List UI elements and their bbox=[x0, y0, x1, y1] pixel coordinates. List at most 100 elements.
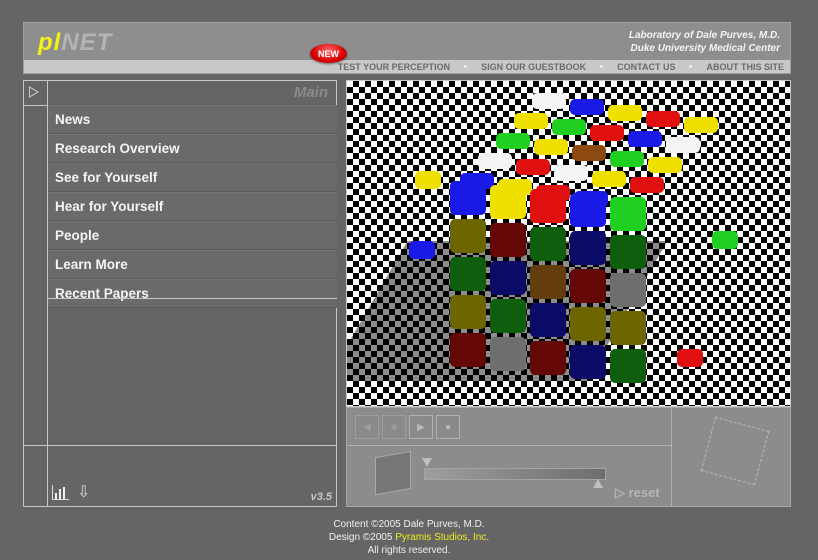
cube-tile bbox=[490, 223, 526, 257]
divider bbox=[347, 445, 671, 446]
cube-tile bbox=[490, 261, 526, 295]
nav-test-your-perception[interactable]: TEST YOUR PERCEPTION bbox=[338, 62, 450, 72]
cube-tile bbox=[610, 273, 646, 307]
cube-tile bbox=[490, 185, 526, 219]
cube-tile bbox=[450, 257, 486, 291]
illusion-viewer[interactable] bbox=[346, 80, 791, 407]
section-title: Main bbox=[293, 84, 328, 101]
sidebar: Main News Research Overview See for Your… bbox=[23, 80, 337, 507]
cube-tile bbox=[610, 235, 646, 269]
cube-icon bbox=[375, 450, 411, 496]
play-button[interactable]: ▶ bbox=[409, 415, 433, 439]
cube-tile bbox=[514, 113, 548, 129]
cube-tile bbox=[478, 153, 512, 169]
reset-label: reset bbox=[628, 485, 660, 500]
divider bbox=[671, 408, 672, 506]
cube-tile bbox=[608, 105, 642, 121]
sidebar-item-news[interactable]: News bbox=[48, 105, 337, 134]
loose-tile bbox=[415, 171, 441, 189]
wireframe-cube-icon[interactable] bbox=[700, 416, 770, 486]
sidebar-item-people[interactable]: People bbox=[48, 221, 337, 250]
top-nav-bar: TEST YOUR PERCEPTION SIGN OUR GUESTBOOK … bbox=[24, 60, 790, 73]
slider-bottom-thumb[interactable] bbox=[593, 479, 603, 488]
logo-suffix: NET bbox=[61, 29, 113, 56]
sidebar-item-learn-more[interactable]: Learn More bbox=[48, 250, 337, 279]
rewind-button[interactable]: ◀ bbox=[355, 415, 379, 439]
cube-tile bbox=[684, 117, 718, 133]
institution-name: Duke University Medical Center bbox=[630, 43, 781, 54]
cube-tile bbox=[552, 119, 586, 135]
cube-tile bbox=[450, 181, 486, 215]
new-badge[interactable]: NEW bbox=[310, 44, 347, 63]
sidebar-header: Main bbox=[24, 81, 336, 106]
stop-button[interactable]: ■ bbox=[382, 415, 406, 439]
footer: Content ©2005 Dale Purves, M.D. Design ©… bbox=[0, 518, 818, 557]
cube-tile bbox=[516, 159, 550, 175]
loose-tile bbox=[712, 231, 738, 249]
nav-about-site[interactable]: ABOUT THIS SITE bbox=[706, 62, 784, 72]
sidebar-item-recent-papers[interactable]: Recent Papers bbox=[48, 279, 337, 308]
cube-tile bbox=[610, 349, 646, 383]
cube-tile bbox=[530, 189, 566, 223]
cube-tile bbox=[572, 145, 606, 161]
pyramis-link[interactable]: Pyramis Studios, Inc. bbox=[395, 532, 489, 543]
cube-tile bbox=[610, 311, 646, 345]
rights-reserved: All rights reserved. bbox=[367, 545, 451, 556]
cube-tile bbox=[610, 151, 644, 167]
cube-tile bbox=[554, 165, 588, 181]
sidebar-item-see-for-yourself[interactable]: See for Yourself bbox=[48, 163, 337, 192]
nav-contact-us[interactable]: CONTACT US bbox=[617, 62, 675, 72]
slider-top-thumb[interactable] bbox=[422, 458, 432, 467]
loose-tile bbox=[677, 349, 703, 367]
cube-tile bbox=[490, 337, 526, 371]
record-button[interactable]: ● bbox=[436, 415, 460, 439]
nav-sign-guestbook[interactable]: SIGN OUR GUESTBOOK bbox=[481, 62, 586, 72]
expand-triangle-icon[interactable] bbox=[29, 86, 39, 98]
download-arrow-icon[interactable]: ⇩ bbox=[77, 485, 90, 501]
cube-tile bbox=[570, 345, 606, 379]
cube-tile bbox=[648, 157, 682, 173]
cube-tile bbox=[610, 197, 646, 231]
cube-tile bbox=[646, 111, 680, 127]
cube-tile bbox=[490, 299, 526, 333]
site-header: plNET Laboratory of Dale Purves, M.D. Du… bbox=[23, 22, 791, 74]
nav-separator bbox=[689, 65, 693, 68]
site-logo[interactable]: plNET bbox=[38, 29, 112, 57]
cube-tile bbox=[590, 125, 624, 141]
cube-tile bbox=[530, 265, 566, 299]
cube-tile bbox=[666, 137, 700, 153]
cube-tile bbox=[570, 269, 606, 303]
nav-separator bbox=[600, 65, 604, 68]
cube-tile bbox=[450, 333, 486, 367]
cube-tile bbox=[630, 177, 664, 193]
logo-prefix: pl bbox=[38, 29, 62, 56]
cube-tile bbox=[530, 227, 566, 261]
cube-tile bbox=[530, 303, 566, 337]
cube-tile bbox=[496, 133, 530, 149]
divider bbox=[24, 445, 336, 446]
main-menu: News Research Overview See for Yourself … bbox=[48, 105, 337, 308]
cube-tile bbox=[592, 171, 626, 187]
cube-tile bbox=[530, 341, 566, 375]
cube-tile bbox=[450, 219, 486, 253]
cube-tile bbox=[570, 193, 606, 227]
sidebar-item-research-overview[interactable]: Research Overview bbox=[48, 134, 337, 163]
cube-tile bbox=[570, 99, 604, 115]
design-prefix: Design ©2005 bbox=[328, 532, 396, 543]
reset-button[interactable]: ▷ reset bbox=[615, 485, 660, 501]
design-copyright: Design ©2005 Pyramis Studios, Inc. bbox=[0, 531, 818, 544]
version-label: v3.5 bbox=[310, 491, 332, 503]
bar-chart-icon[interactable] bbox=[52, 485, 69, 500]
cube-tile bbox=[570, 231, 606, 265]
cube-tile bbox=[532, 93, 566, 109]
lab-credit: Laboratory of Dale Purves, M.D. Duke Uni… bbox=[629, 29, 780, 55]
sidebar-item-hear-for-yourself[interactable]: Hear for Yourself bbox=[48, 192, 337, 221]
loose-tile bbox=[409, 241, 435, 259]
cube-tile bbox=[534, 139, 568, 155]
cube-tile bbox=[628, 131, 662, 147]
lighting-slider[interactable] bbox=[424, 468, 606, 480]
content-copyright: Content ©2005 Dale Purves, M.D. bbox=[333, 519, 485, 530]
divider bbox=[48, 298, 337, 299]
cube-tile bbox=[450, 295, 486, 329]
colored-cube-image bbox=[347, 81, 790, 406]
